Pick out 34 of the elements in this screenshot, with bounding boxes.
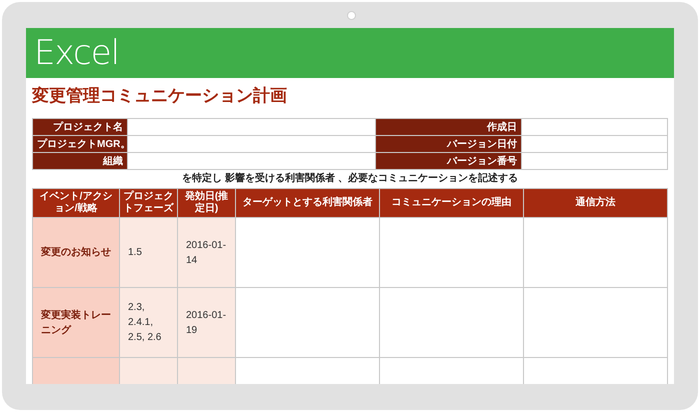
field-value-cell[interactable] xyxy=(522,136,668,153)
field-label: バージョン日付 xyxy=(376,136,522,153)
table-cell[interactable] xyxy=(236,288,380,358)
field-label: 組織 xyxy=(33,153,128,170)
column-header: 通信方法 xyxy=(524,188,668,218)
table-cell[interactable]: 2016-01-19 xyxy=(178,288,236,358)
column-header: プロジェクトフェーズ xyxy=(120,188,178,218)
table-cell[interactable]: 1.5 xyxy=(120,218,178,288)
column-header: イベント/アクション/戦略 xyxy=(32,188,120,218)
field-label: バージョン番号 xyxy=(376,153,522,170)
camera-icon xyxy=(347,11,356,20)
table-cell[interactable] xyxy=(236,218,380,288)
instruction-text: を特定し 影響を受ける利害関係者 、必要なコミュニケーションを記述する xyxy=(181,171,519,186)
field-value-cell[interactable] xyxy=(128,136,376,153)
table-cell[interactable]: 変更のお知らせ xyxy=(32,218,120,288)
column-header: コミュニケーションの理由 xyxy=(380,188,524,218)
field-value-cell[interactable] xyxy=(128,153,376,170)
table-cell[interactable]: 変更実装トレーニング xyxy=(32,288,120,358)
table-cell[interactable] xyxy=(380,218,524,288)
app-name: Excel xyxy=(34,36,120,70)
field-label: プロジェクトMGR。 xyxy=(33,136,128,153)
table-cell[interactable]: 2.3, 2.4.1, 2.5, 2.6 xyxy=(120,288,178,358)
column-header: 発効日(推定日) xyxy=(178,188,236,218)
table-cell[interactable] xyxy=(524,288,668,358)
table-cell[interactable] xyxy=(524,218,668,288)
field-label: プロジェクト名 xyxy=(33,119,128,136)
field-value-cell[interactable] xyxy=(522,119,668,136)
field-value-cell[interactable] xyxy=(128,119,376,136)
sheet-title: 変更管理コミュニケーション計画 xyxy=(32,85,288,107)
column-header: ターゲットとする利害関係者 xyxy=(236,188,380,218)
table-cell[interactable]: 2016-01-14 xyxy=(178,218,236,288)
table-cell[interactable] xyxy=(380,288,524,358)
field-value-cell[interactable] xyxy=(522,153,668,170)
field-label: 作成日 xyxy=(376,119,522,136)
